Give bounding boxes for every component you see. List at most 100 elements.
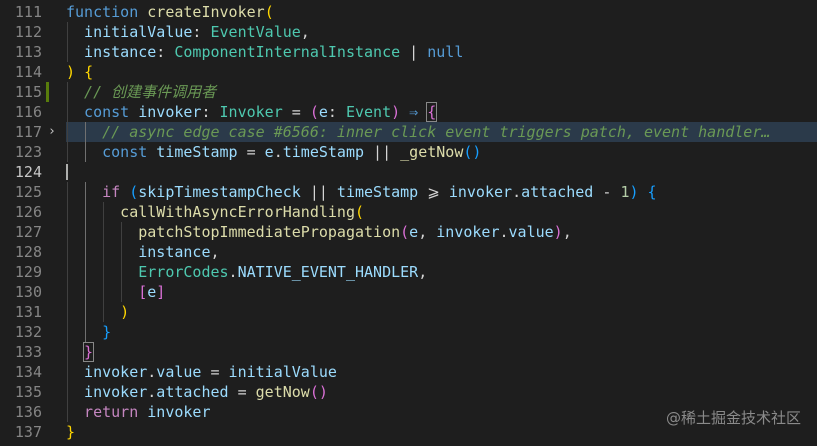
chevron-right-icon[interactable]: › (48, 122, 60, 142)
code-token: ) (391, 103, 401, 121)
indent-guide (121, 222, 123, 242)
code-line[interactable]: 114) { (0, 62, 817, 82)
code-token: { (647, 183, 657, 201)
code-token: . (228, 263, 238, 281)
line-code: invoker.attached = getNow() (84, 382, 328, 402)
code-token: : (156, 43, 175, 61)
code-token: initialValue (84, 23, 193, 41)
code-line[interactable]: 116 const invoker: Invoker = (e: Event) ⇒… (0, 102, 817, 122)
code-token: } (102, 323, 112, 341)
indent-guide (67, 362, 68, 382)
code-token: function (66, 3, 148, 21)
indent-guide (67, 242, 68, 262)
code-line[interactable]: 131) (0, 302, 817, 322)
indent-guide (85, 302, 87, 322)
line-number: 113 (14, 43, 42, 61)
code-token: ) (120, 303, 130, 321)
code-line[interactable]: 128 instance, (0, 242, 817, 262)
indent-guide (103, 282, 105, 302)
code-token: _getNow (400, 143, 464, 161)
line-number: 137 (14, 423, 42, 441)
line-number: 135 (14, 383, 42, 401)
indent-guide (67, 182, 68, 202)
code-token: ( (354, 203, 365, 221)
code-token: , (210, 243, 220, 261)
indent-guide (67, 122, 68, 142)
code-token: attached (521, 183, 594, 201)
code-line[interactable]: 135 invoker.attached = getNow() (0, 382, 817, 402)
code-line-folded[interactable]: › 117 // async edge case #6566: inner clic… (0, 122, 817, 142)
line-code: const timeStamp = e.timeStamp || _getNow… (102, 142, 481, 162)
code-token: ComponentInternalInstance (174, 43, 401, 61)
code-token: instance (138, 243, 211, 261)
code-token: , (418, 223, 437, 241)
indent-guide (67, 262, 68, 282)
code-token: NATIVE_EVENT_HANDLER (237, 263, 419, 281)
code-token: , (418, 263, 428, 281)
indent-guide (85, 142, 87, 162)
code-line[interactable]: 113 instance: ComponentInternalInstance |… (0, 42, 817, 62)
code-line[interactable]: 127 patchStopImmediatePropagation(e, invo… (0, 222, 817, 242)
code-line[interactable]: 115 // 创建事件调用者 (0, 82, 817, 102)
code-token: } (66, 423, 76, 441)
code-line[interactable]: 129 ErrorCodes.NATIVE_EVENT_HANDLER, (0, 262, 817, 282)
indent-guide (85, 282, 87, 302)
code-line[interactable]: 133} (0, 342, 817, 362)
indent-guide (67, 102, 68, 122)
code-token: ( (309, 103, 319, 121)
code-token: e (318, 103, 328, 121)
code-line[interactable]: 126 callWithAsyncErrorHandling( (0, 202, 817, 222)
code-token: || (300, 183, 337, 201)
code-line[interactable]: 125 if (skipTimestampCheck || timeStamp ⩾… (0, 182, 817, 202)
code-token: . (147, 363, 157, 381)
code-token: ( (400, 223, 410, 241)
code-token: const (102, 143, 157, 161)
code-line[interactable]: 111 function createInvoker( (0, 2, 817, 22)
code-line[interactable]: 123 const timeStamp = e.timeStamp || _get… (0, 142, 817, 162)
code-token: if (102, 183, 130, 201)
code-line[interactable]: 112 initialValue: EventValue, (0, 22, 817, 42)
line-code: ) { (66, 62, 93, 82)
code-token: // 创建事件调用者 (84, 83, 217, 101)
indent-guide (67, 22, 68, 42)
line-number: 116 (14, 103, 42, 121)
code-token: () (309, 383, 328, 401)
code-token: invoker (138, 103, 202, 121)
code-token: ErrorCodes (138, 263, 229, 281)
line-code: return invoker (84, 402, 210, 422)
indent-guide (121, 262, 123, 282)
code-token: EventValue (210, 23, 301, 41)
code-token: () (463, 143, 482, 161)
line-code: [e] (138, 282, 165, 302)
code-token: value (508, 223, 554, 241)
line-code: instance: ComponentInternalInstance | nu… (84, 42, 463, 62)
indent-guide (103, 242, 105, 262)
code-line[interactable]: 132} (0, 322, 817, 342)
indent-guide (67, 302, 68, 322)
code-editor[interactable]: 111 function createInvoker( 112 initialVal… (0, 0, 817, 446)
line-number: 123 (14, 143, 42, 161)
code-token: ) (629, 183, 639, 201)
indent-guide (85, 222, 87, 242)
code-token: getNow (255, 383, 310, 401)
code-token: // async edge case #6566: inner click ev… (102, 123, 771, 141)
line-code: initialValue: EventValue, (84, 22, 310, 42)
indent-guide (85, 202, 87, 222)
indent-guide (67, 282, 68, 302)
code-token: timeStamp (156, 143, 238, 161)
code-token: [ (138, 283, 148, 301)
code-line[interactable]: 130 [e] (0, 282, 817, 302)
indent-guide (85, 182, 87, 202)
line-number: 128 (14, 243, 42, 261)
code-line-current[interactable]: 124 (0, 162, 817, 182)
line-number: 126 (14, 203, 42, 221)
line-number: 132 (14, 323, 42, 341)
code-token: e (264, 143, 274, 161)
line-number: 134 (14, 363, 42, 381)
line-code: } (66, 422, 75, 442)
code-token: - (593, 183, 621, 201)
modified-line-marker (46, 82, 49, 102)
code-token: ) (66, 63, 76, 81)
code-line[interactable]: 134 invoker.value = initialValue (0, 362, 817, 382)
